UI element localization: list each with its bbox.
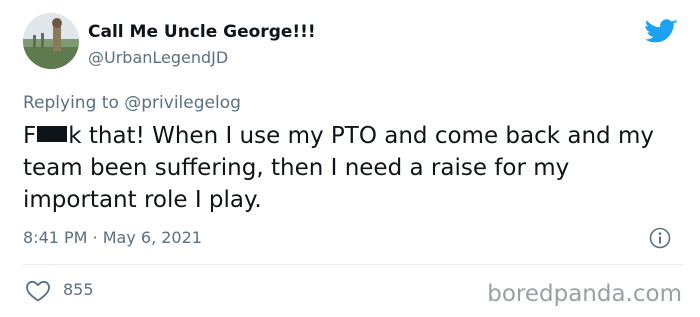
like-count[interactable]: 855 bbox=[63, 279, 94, 301]
tweet-text-start: F bbox=[23, 123, 37, 149]
user-handle[interactable]: @UrbanLegendJD bbox=[88, 47, 228, 69]
tweet-card: Call Me Uncle George!!! @UrbanLegendJD R… bbox=[0, 0, 700, 317]
watermark: boredpanda.com bbox=[487, 281, 682, 307]
avatar-photo-icon bbox=[23, 13, 79, 69]
twitter-bird-icon[interactable] bbox=[645, 19, 677, 46]
tweet-text-rest: k that! When I use my PTO and come back … bbox=[23, 123, 654, 213]
heart-icon[interactable] bbox=[25, 279, 51, 303]
divider bbox=[23, 264, 683, 265]
redaction-block bbox=[37, 126, 68, 142]
tweet-timestamp[interactable]: 8:41 PM · May 6, 2021 bbox=[23, 227, 202, 249]
replying-to: Replying to @privilegelog bbox=[23, 92, 241, 114]
avatar[interactable] bbox=[23, 13, 79, 69]
replying-prefix: Replying to bbox=[23, 93, 125, 113]
tweet-text: Fk that! When I use my PTO and come back… bbox=[23, 120, 683, 216]
reply-mention-link[interactable]: @privilegelog bbox=[124, 93, 241, 113]
info-icon[interactable] bbox=[649, 227, 671, 249]
display-name[interactable]: Call Me Uncle George!!! bbox=[88, 21, 316, 43]
